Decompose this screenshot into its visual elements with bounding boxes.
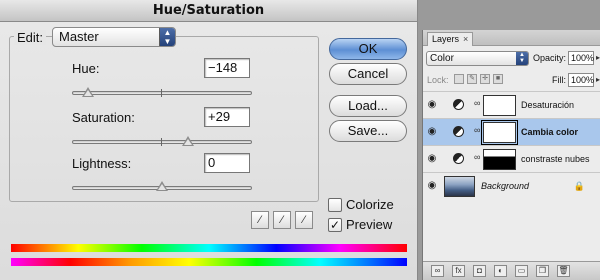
eye-icon[interactable]: ◉ (426, 99, 438, 111)
layers-tab-bar: Layers × (423, 30, 600, 46)
layer-row[interactable]: ◉ ∞ constraste nubes (423, 145, 600, 172)
fill-arrow-icon[interactable]: ▸ (596, 75, 600, 84)
lightness-input[interactable]: 0 (204, 153, 250, 173)
layer-row[interactable]: ◉ ∞ Desaturación (423, 91, 600, 118)
trash-icon[interactable]: 🗑 (557, 265, 570, 277)
layer-name: Cambia color (521, 127, 579, 137)
layers-footer: ∞ fx ◘ ◐ ▭ ❐ 🗑 (423, 261, 600, 280)
hue-slider-thumb[interactable] (81, 87, 94, 97)
hue-saturation-dialog: Hue/Saturation Edit: Master ▲ ▼ Hue: −148… (0, 0, 418, 280)
hue-input[interactable]: −148 (204, 58, 250, 78)
lock-position-icon[interactable]: ✛ (480, 74, 490, 84)
ok-button[interactable]: OK (329, 38, 407, 60)
output-color-bar (11, 258, 407, 266)
hue-slider-track[interactable] (72, 91, 252, 95)
layer-row[interactable]: ◉ Background 🔒 (423, 172, 600, 199)
fill-label: Fill: (552, 75, 566, 85)
tab-layers-label: Layers (432, 34, 460, 44)
colorize-checkbox[interactable] (328, 198, 342, 212)
eye-icon[interactable]: ◉ (426, 126, 438, 138)
preview-checkbox[interactable]: ✓ (328, 218, 342, 232)
link-icon: ∞ (474, 125, 481, 135)
layer-name: Desaturación (521, 100, 575, 110)
link-layers-icon[interactable]: ∞ (431, 265, 444, 277)
layer-style-icon[interactable]: fx (452, 265, 465, 277)
close-icon[interactable]: × (463, 34, 468, 44)
dialog-title: Hue/Saturation (0, 0, 417, 22)
opacity-input[interactable]: 100% (568, 51, 594, 65)
edit-group-box (9, 36, 319, 202)
layer-mask-thumbnail (483, 95, 516, 116)
adjustment-layer-icon (453, 99, 464, 110)
eyedropper-plus-icon[interactable]: ⁄ (273, 211, 291, 229)
layer-row[interactable]: ◉ ∞ Cambia color (423, 118, 600, 145)
opacity-label: Opacity: (533, 53, 567, 63)
select-arrows-icon: ▲ ▼ (516, 52, 528, 65)
saturation-slider-track[interactable] (72, 140, 252, 144)
edit-label: Edit: (14, 30, 47, 45)
select-arrows-icon: ▲ ▼ (159, 28, 175, 46)
cancel-button[interactable]: Cancel (329, 63, 407, 85)
new-group-icon[interactable]: ▭ (515, 265, 528, 277)
lightness-label: Lightness: (72, 156, 132, 171)
load-button[interactable]: Load... (329, 95, 407, 117)
colorize-label: Colorize (346, 197, 394, 212)
fill-input[interactable]: 100% (568, 73, 594, 87)
eyedropper-icon[interactable]: ⁄ (251, 211, 269, 229)
hue-label: Hue: (72, 61, 100, 76)
new-adjustment-layer-icon[interactable]: ◐ (494, 265, 507, 277)
preview-label: Preview (346, 217, 393, 232)
layer-mask-thumbnail (481, 120, 518, 145)
new-layer-icon[interactable]: ❐ (536, 265, 549, 277)
link-icon: ∞ (474, 152, 481, 162)
lock-label: Lock: (427, 75, 449, 85)
edit-channel-value: Master (59, 29, 99, 44)
link-icon: ∞ (474, 98, 481, 108)
layer-name: constraste nubes (521, 154, 590, 164)
tab-layers[interactable]: Layers × (427, 32, 474, 46)
lock-all-icon[interactable]: ■ (493, 74, 503, 84)
adjustment-layer-icon (453, 153, 464, 164)
layer-name: Background (481, 181, 530, 191)
eye-icon[interactable]: ◉ (426, 180, 438, 192)
edit-channel-select[interactable]: Master ▲ ▼ (52, 27, 176, 47)
eyedropper-minus-icon[interactable]: ⁄ (295, 211, 313, 229)
layer-mask-thumbnail (483, 149, 516, 170)
saturation-center-tick (161, 138, 162, 146)
lock-icon: 🔒 (573, 181, 585, 191)
save-button[interactable]: Save... (329, 120, 407, 142)
input-color-bar (11, 244, 407, 252)
saturation-slider-thumb[interactable] (182, 136, 195, 146)
blend-mode-value: Color (430, 53, 454, 64)
lightness-slider-thumb[interactable] (156, 181, 168, 191)
blend-mode-select[interactable]: Color ▲ ▼ (426, 51, 529, 66)
background-thumbnail (444, 176, 475, 197)
saturation-input[interactable]: +29 (204, 107, 250, 127)
layers-panel: Layers × Color ▲ ▼ Opacity: 100% ▸ Lock: ✎… (422, 30, 600, 280)
lock-image-icon[interactable]: ✎ (467, 74, 477, 84)
hue-center-tick (161, 89, 162, 97)
add-mask-icon[interactable]: ◘ (473, 265, 486, 277)
opacity-arrow-icon[interactable]: ▸ (596, 53, 600, 62)
saturation-label: Saturation: (72, 110, 135, 125)
adjustment-layer-icon (453, 126, 464, 137)
eye-icon[interactable]: ◉ (426, 153, 438, 165)
lock-transparent-icon[interactable] (454, 74, 464, 84)
